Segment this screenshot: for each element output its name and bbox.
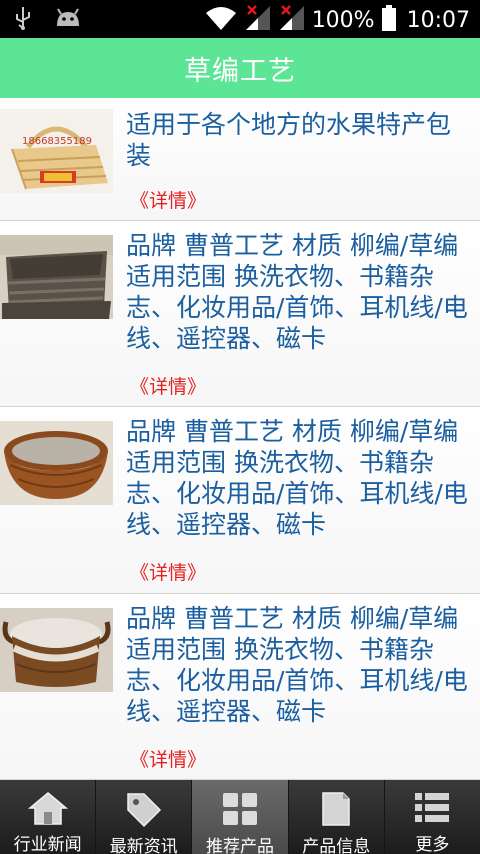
fruit-basket-thumbnail: 18668355189: [0, 109, 113, 193]
usb-icon: [14, 6, 32, 34]
tab-recommended-products[interactable]: 推荐产品: [192, 780, 289, 854]
status-bar: 100% 10:07: [0, 0, 480, 38]
tab-label: 行业新闻: [13, 835, 82, 854]
list-item[interactable]: 18668355189 适用于各个地方的水果特产包装 《详情》: [0, 98, 480, 221]
tab-label: 最新资讯: [109, 837, 178, 854]
wifi-icon: [204, 4, 238, 36]
battery-icon: [381, 4, 397, 36]
lined-basket-thumbnail: [0, 608, 113, 692]
item-title[interactable]: 品牌 曹普工艺 材质 柳编/草编 适用范围 换洗衣物、书籍杂志、化妆用品/首饰、…: [126, 230, 474, 354]
document-icon: [314, 790, 358, 828]
storage-basket-thumbnail: [0, 235, 113, 319]
detail-link[interactable]: 《详情》: [130, 372, 206, 399]
tab-industry-news[interactable]: 行业新闻: [0, 780, 97, 854]
list-item[interactable]: 品牌 曹普工艺 材质 柳编/草编 适用范围 换洗衣物、书籍杂志、化妆用品/首饰、…: [0, 407, 480, 594]
home-icon: [26, 790, 70, 826]
list-icon: [410, 790, 454, 826]
tab-product-info[interactable]: 产品信息: [289, 780, 385, 854]
tab-more[interactable]: 更多: [385, 780, 480, 854]
product-list[interactable]: 18668355189 适用于各个地方的水果特产包装 《详情》 品牌 曹普工艺 …: [0, 98, 480, 780]
page-title: 草编工艺: [184, 55, 296, 87]
grid-icon: [218, 790, 262, 828]
clock: 10:07: [406, 7, 470, 33]
android-icon: [54, 6, 82, 34]
list-item[interactable]: 品牌 曹普工艺 材质 柳编/草编 适用范围 换洗衣物、书籍杂志、化妆用品/首饰、…: [0, 221, 480, 407]
round-basket-thumbnail: [0, 421, 113, 505]
app-header: 草编工艺: [0, 38, 480, 98]
item-title[interactable]: 品牌 曹普工艺 材质 柳编/草编 适用范围 换洗衣物、书籍杂志、化妆用品/首饰、…: [126, 603, 474, 727]
tab-latest-info[interactable]: 最新资讯: [96, 780, 193, 854]
list-item[interactable]: 品牌 曹普工艺 材质 柳编/草编 适用范围 换洗衣物、书籍杂志、化妆用品/首饰、…: [0, 594, 480, 780]
tab-label: 更多: [415, 835, 450, 854]
detail-link[interactable]: 《详情》: [130, 186, 206, 213]
detail-link[interactable]: 《详情》: [130, 558, 206, 585]
signal-icon: [278, 4, 306, 36]
tab-label: 产品信息: [302, 837, 371, 854]
detail-link[interactable]: 《详情》: [130, 745, 206, 772]
signal-icon: [244, 4, 272, 36]
bottom-nav: 行业新闻 最新资讯 推荐产品 产品信息 更多: [0, 780, 480, 854]
battery-percent: 100%: [311, 7, 375, 33]
tag-icon: [122, 790, 166, 828]
item-title[interactable]: 品牌 曹普工艺 材质 柳编/草编 适用范围 换洗衣物、书籍杂志、化妆用品/首饰、…: [126, 416, 474, 540]
thumbnail-caption: 18668355189: [22, 136, 92, 147]
item-title[interactable]: 适用于各个地方的水果特产包装: [126, 109, 474, 171]
tab-label: 推荐产品: [206, 837, 274, 854]
